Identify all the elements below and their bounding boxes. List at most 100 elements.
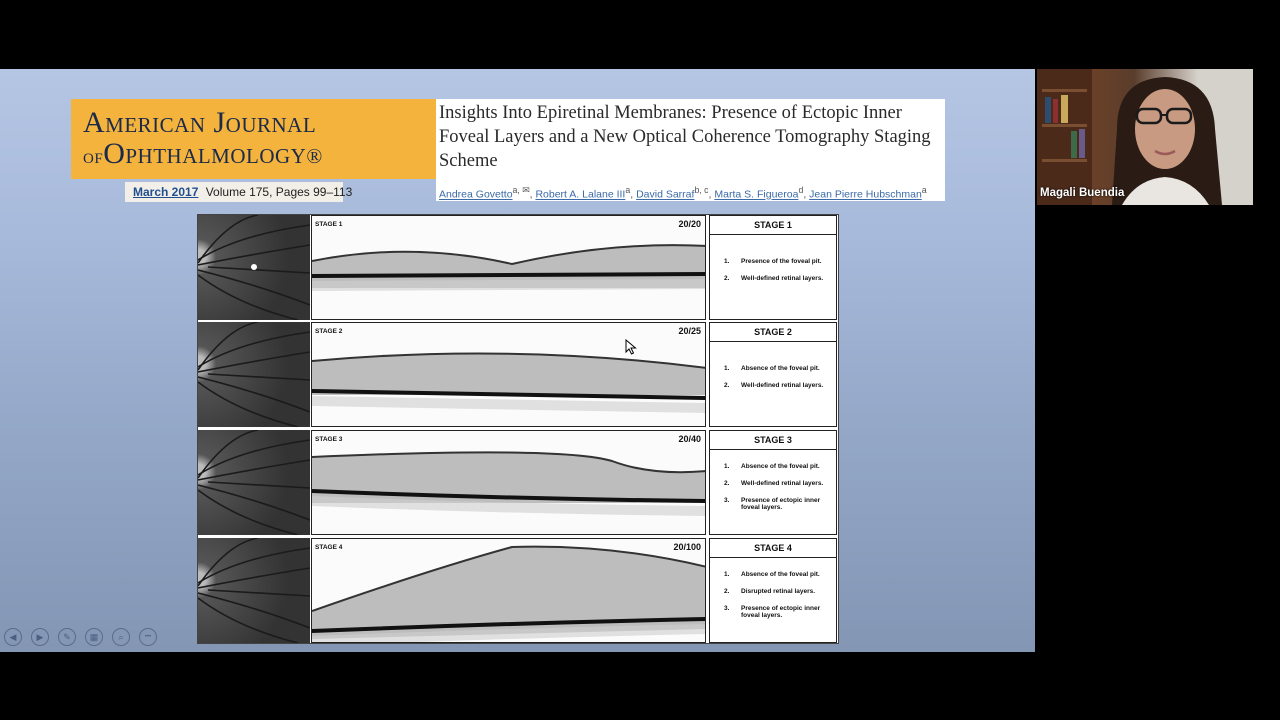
criteria-number: 2. [724,382,730,389]
visual-acuity: 20/25 [678,326,701,336]
criteria-text: Presence of ectopic inner foveal layers. [741,497,821,511]
criteria-text: Well-defined retinal layers. [741,382,824,389]
criteria-number: 2. [724,275,730,282]
criteria-number: 3. [724,497,730,504]
stage-row: STAGE 4 20/100 STAGE 4 1. Absence of the fov… [198,538,838,643]
oct-scan: STAGE 2 20/25 [311,322,706,427]
author-link[interactable]: David Sarraf [636,189,694,201]
oct-scan: STAGE 1 20/20 [311,215,706,320]
presentation-slide: American Journal ofOphthalmology® March 2… [0,69,1035,652]
stage-description: STAGE 1 1. Presence of the foveal pit. 2. We… [709,215,837,320]
issue-details: Volume 175, Pages 99–113 [205,185,353,199]
stage-description: STAGE 4 1. Absence of the foveal pit. 2. Dis… [709,538,837,643]
stage-title: STAGE 2 [710,323,836,342]
oct-scan-image [312,545,705,642]
oct-staging-figure: STAGE 1 20/20 STAGE 1 1. Presence of the fov… [197,214,839,644]
magnifier-icon: ⌕ [118,631,124,642]
stage-row: STAGE 3 20/40 STAGE 3 1. Absence of the fove… [198,430,838,535]
issue-date-link[interactable]: March 2017 [133,185,198,199]
grid-icon: ▦ [89,631,99,642]
fundus-photo [198,430,311,535]
criteria-number: 1. [724,463,730,470]
oct-stage-label: STAGE 1 [315,221,343,228]
oct-scan: STAGE 3 20/40 [311,430,706,535]
previous-slide-button[interactable]: ◀ [4,628,22,646]
article-header: Insights Into Epiretinal Membranes: Pres… [436,99,945,201]
more-icon: ••• [144,634,152,640]
stage-row: STAGE 1 20/20 STAGE 1 1. Presence of the fov… [198,215,838,320]
criteria-item: 1. Absence of the foveal pit. [724,571,829,578]
fundus-image [198,322,310,427]
slideshow-controls: ◀ ▶ ✎ ▦ ⌕ ••• [4,628,157,646]
criteria-number: 1. [724,365,730,372]
oct-scan-image [312,451,705,516]
issue-info: March 2017 Volume 175, Pages 99–113 [125,182,352,202]
fundus-image [198,215,310,320]
criteria-text: Well-defined retinal layers. [741,480,824,487]
author-affiliation: a, ✉ [512,185,530,195]
criteria-text: Absence of the foveal pit. [741,463,820,470]
participant-video-tile[interactable]: Magali Buendia [1037,69,1253,205]
criteria-text: Absence of the foveal pit. [741,365,820,372]
criteria-list: 1. Absence of the foveal pit. 2. Well-defin… [724,463,829,521]
author-link[interactable]: Andrea Govetto [439,189,513,201]
pen-icon: ✎ [63,631,71,642]
criteria-item: 1. Absence of the foveal pit. [724,365,829,372]
registered-mark: ® [306,144,323,168]
stage-row: STAGE 2 20/25 STAGE 2 1. Absence of the fove… [198,322,838,427]
oct-scan: STAGE 4 20/100 [311,538,706,643]
visual-acuity: 20/20 [678,219,701,229]
oct-stage-label: STAGE 2 [315,328,343,335]
criteria-number: 2. [724,588,730,595]
fundus-image [198,430,310,535]
participant-name: Magali Buendia [1040,187,1125,199]
criteria-text: Well-defined retinal layers. [741,275,824,282]
criteria-text: Absence of the foveal pit. [741,571,820,578]
oct-scan-image [312,352,705,413]
more-options-button[interactable]: ••• [139,628,157,646]
author-link[interactable]: Robert A. Lalane III [535,189,625,201]
criteria-number: 3. [724,605,730,612]
criteria-text: Disrupted retinal layers. [741,588,816,595]
next-slide-button[interactable]: ▶ [31,628,49,646]
author-link[interactable]: Jean Pierre Hubschman [809,189,922,201]
visual-acuity: 20/100 [673,542,701,552]
criteria-list: 1. Absence of the foveal pit. 2. Disrupted … [724,571,829,629]
criteria-list: 1. Presence of the foveal pit. 2. Well-defi… [724,258,829,292]
zoom-button[interactable]: ⌕ [112,628,130,646]
oct-scan-image [312,244,705,291]
journal-name-line2: Ophthalmology [103,137,307,170]
criteria-item: 3. Presence of ectopic inner foveal layer… [724,497,829,511]
visual-acuity: 20/40 [678,434,701,444]
criteria-item: 2. Well-defined retinal layers. [724,480,829,487]
criteria-item: 2. Well-defined retinal layers. [724,275,829,282]
criteria-text: Presence of ectopic inner foveal layers. [741,605,821,619]
criteria-item: 2. Well-defined retinal layers. [724,382,829,389]
criteria-text: Presence of the foveal pit. [741,258,822,265]
journal-name-line1: American Journal [83,106,317,139]
fundus-photo [198,322,311,427]
criteria-list: 1. Absence of the foveal pit. 2. Well-defin… [724,365,829,399]
fundus-photo [198,215,311,320]
fundus-photo [198,538,311,643]
author-link[interactable]: Marta S. Figueroa [714,189,798,201]
article-title: Insights Into Epiretinal Membranes: Pres… [439,103,931,171]
author-affiliation: b, c [694,185,709,195]
criteria-number: 1. [724,571,730,578]
pen-tool-button[interactable]: ✎ [58,628,76,646]
stage-title: STAGE 3 [710,431,836,450]
criteria-item: 1. Absence of the foveal pit. [724,463,829,470]
journal-name-prefix: of [83,144,104,168]
stage-title: STAGE 1 [710,216,836,235]
stage-description: STAGE 3 1. Absence of the foveal pit. 2. Wel… [709,430,837,535]
criteria-number: 2. [724,480,730,487]
oct-stage-label: STAGE 3 [315,436,343,443]
mouse-cursor-icon [625,339,637,355]
slides-grid-button[interactable]: ▦ [85,628,103,646]
criteria-item: 1. Presence of the foveal pit. [724,258,829,265]
stage-title: STAGE 4 [710,539,836,558]
criteria-item: 2. Disrupted retinal layers. [724,588,829,595]
participant-video-frame [1037,69,1253,205]
arrow-left-icon: ◀ [9,631,17,642]
stage-description: STAGE 2 1. Absence of the foveal pit. 2. Wel… [709,322,837,427]
